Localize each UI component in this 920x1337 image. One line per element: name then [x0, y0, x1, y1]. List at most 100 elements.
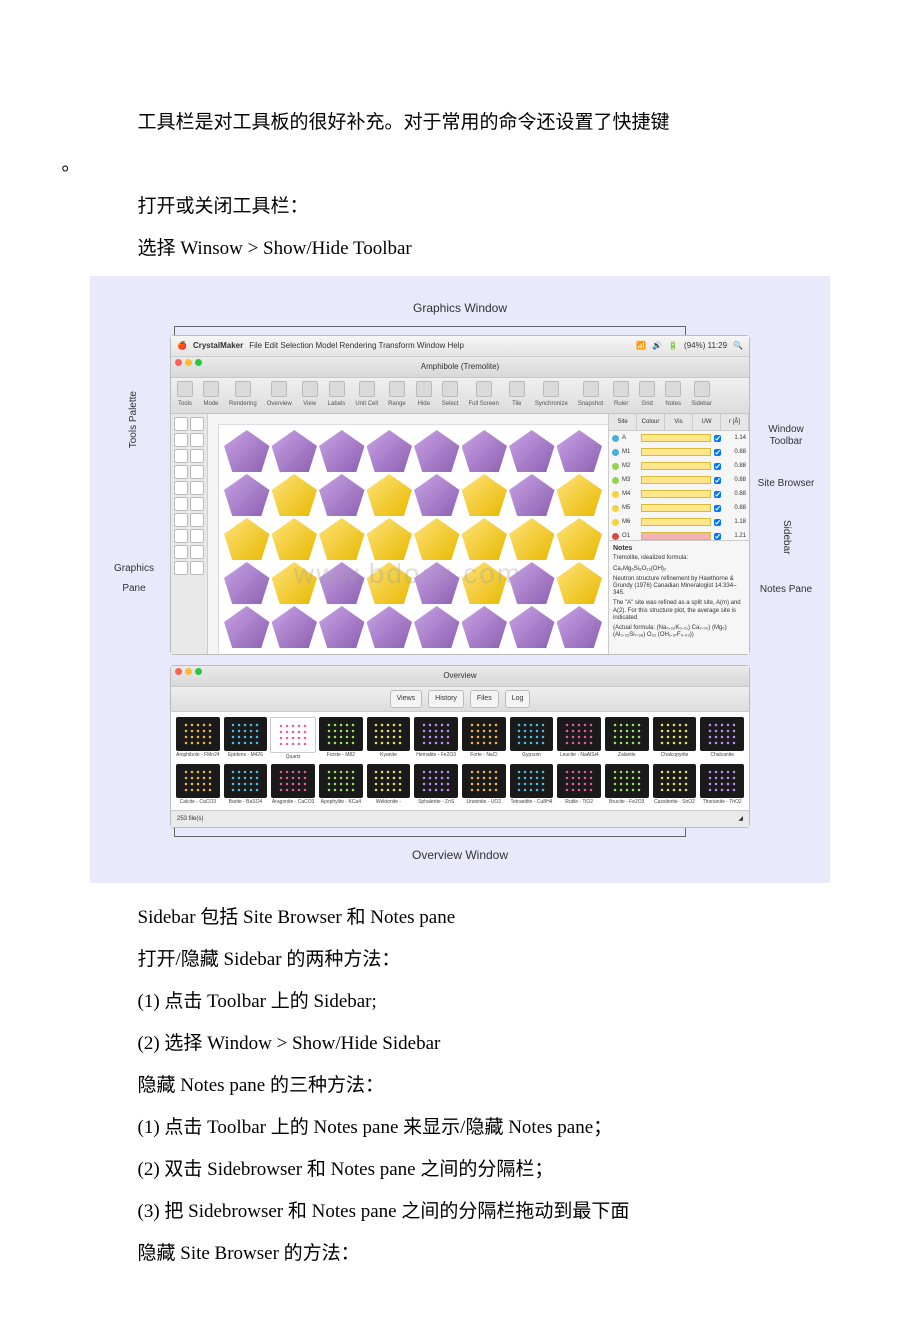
toolbar-item-tools[interactable]: Tools: [177, 381, 193, 410]
overview-item[interactable]: Kyanite: [367, 717, 411, 760]
toolbar-item-hide[interactable]: Hide: [416, 381, 432, 410]
tool-button[interactable]: [174, 561, 188, 575]
overview-item[interactable]: Brucite - Fe2O3: [605, 764, 649, 805]
site-row[interactable]: M30.88: [609, 473, 749, 487]
graphics-pane[interactable]: www.bdocx.com: [208, 414, 608, 654]
zoom-icon[interactable]: [195, 359, 202, 366]
overview-item[interactable]: Calcite - CaCO3: [176, 764, 220, 805]
paragraph-show-hide-sidebar-1: (1) 点击 Toolbar 上的 Sidebar;: [90, 983, 830, 1021]
paragraph-period: 。: [90, 146, 830, 184]
site-row[interactable]: O11.21: [609, 529, 749, 541]
overview-item[interactable]: Hematite - Fe2O3: [414, 717, 458, 760]
tool-button[interactable]: [190, 433, 204, 447]
tool-button[interactable]: [190, 465, 204, 479]
close-icon[interactable]: [175, 359, 182, 366]
tool-button[interactable]: [174, 545, 188, 559]
overview-item[interactable]: Leucite - NaAlSi4: [557, 717, 601, 760]
overview-tab[interactable]: Views: [390, 690, 423, 708]
overview-item[interactable]: Rutile - TiO2: [557, 764, 601, 805]
overview-item[interactable]: Gypsum: [510, 717, 554, 760]
toolbar-item-notes[interactable]: Notes: [665, 381, 681, 410]
toolbar-item-select[interactable]: Select: [442, 381, 459, 410]
notes-pane: Notes Tremolite, idealized formula:Ca₂Mg…: [609, 541, 749, 654]
label-graphics-pane: Graphics Pane: [104, 559, 164, 599]
tool-button[interactable]: [190, 529, 204, 543]
overview-tab[interactable]: History: [428, 690, 464, 708]
notes-line: The "A" site was refined as a split site…: [613, 600, 745, 622]
overview-item[interactable]: Amphibole - FMn24: [176, 717, 220, 760]
tool-button[interactable]: [174, 481, 188, 495]
overview-tab[interactable]: Log: [505, 690, 531, 708]
menubar-apple-icon: 🍎: [177, 338, 187, 354]
overview-item[interactable]: Chalcanite: [700, 717, 744, 760]
site-row[interactable]: M10.88: [609, 445, 749, 459]
tool-button[interactable]: [190, 561, 204, 575]
overview-item[interactable]: Thorianite - ThO2: [700, 764, 744, 805]
overview-item[interactable]: Forste - M82: [319, 717, 363, 760]
overview-tab[interactable]: Files: [470, 690, 499, 708]
tool-button[interactable]: [174, 449, 188, 463]
tool-button[interactable]: [174, 497, 188, 511]
site-row[interactable]: M61.18: [609, 515, 749, 529]
sidebar: SiteColourVisUWr [Å] A1.14M10.88M20.88M3…: [608, 414, 749, 654]
menubar-app-name: CrystalMaker: [193, 338, 243, 354]
overview-item[interactable]: Chalcopyrite: [653, 717, 697, 760]
window-titlebar: Amphibole (Tremolite): [171, 357, 749, 378]
overview-item[interactable]: Apophylite - KCa4: [319, 764, 363, 805]
site-row[interactable]: M20.88: [609, 459, 749, 473]
notes-body: Tremolite, idealized formula:Ca₂Mg₅Si₈O₂…: [613, 555, 745, 639]
tool-button[interactable]: [174, 417, 188, 431]
overview-item[interactable]: Barite - BaSO4: [224, 764, 268, 805]
battery-icon: 🔋: [668, 338, 678, 354]
tool-button[interactable]: [174, 433, 188, 447]
site-row[interactable]: M40.88: [609, 487, 749, 501]
overview-item[interactable]: Forte - NaCl: [462, 717, 506, 760]
toolbar-item-full-screen[interactable]: Full Screen: [468, 381, 498, 410]
tool-button[interactable]: [174, 513, 188, 527]
toolbar-item-ruler[interactable]: Ruler: [613, 381, 629, 410]
tool-button[interactable]: [190, 417, 204, 431]
tool-button[interactable]: [190, 481, 204, 495]
overview-item[interactable]: Sphalerite - ZnS: [414, 764, 458, 805]
toolbar-item-snapshot[interactable]: Snapshot: [578, 381, 603, 410]
paragraph-hide-notes-title: 隐藏 Notes pane 的三种方法：: [90, 1067, 830, 1105]
site-row[interactable]: A1.14: [609, 431, 749, 445]
toolbar-item-rendering[interactable]: Rendering: [229, 381, 257, 410]
label-site-browser: Site Browser: [758, 478, 815, 490]
column-header: Vis: [665, 414, 693, 430]
tool-button[interactable]: [190, 497, 204, 511]
ruler-vertical: [208, 424, 219, 654]
overview-item[interactable]: Uraninite - UO2: [462, 764, 506, 805]
toolbar-item-view[interactable]: View: [302, 381, 318, 410]
overview-item[interactable]: Quartz: [271, 717, 315, 760]
tool-button[interactable]: [190, 513, 204, 527]
overview-item[interactable]: Wektonite -: [367, 764, 411, 805]
toolbar-item-unit-cell[interactable]: Unit Cell: [355, 381, 378, 410]
overview-item[interactable]: Tetraedite - Cu8H4: [510, 764, 554, 805]
toolbar-item-range[interactable]: Range: [388, 381, 406, 410]
overview-item[interactable]: Cassiterite - SnO2: [653, 764, 697, 805]
tool-button[interactable]: [174, 465, 188, 479]
toolbar-item-tile[interactable]: Tile: [509, 381, 525, 410]
toolbar-item-grid[interactable]: Grid: [639, 381, 655, 410]
column-header: r [Å]: [721, 414, 749, 430]
figure-bracket-bottom: [174, 828, 686, 837]
overview-file-count: 253 file(s): [177, 813, 203, 825]
site-row[interactable]: M50.88: [609, 501, 749, 515]
tool-button[interactable]: [174, 529, 188, 543]
toolbar-item-mode[interactable]: Mode: [203, 381, 219, 410]
toolbar-item-sidebar[interactable]: Sidebar: [691, 381, 712, 410]
toolbar-item-overview[interactable]: Overview: [267, 381, 292, 410]
minimize-icon[interactable]: [185, 359, 192, 366]
overview-item[interactable]: Epidens - M426: [224, 717, 268, 760]
overview-item[interactable]: Zalanite: [605, 717, 649, 760]
traffic-lights: [175, 359, 202, 366]
ruler-horizontal: [208, 414, 608, 425]
tool-button[interactable]: [190, 545, 204, 559]
toolbar-item-synchronize[interactable]: Synchronize: [535, 381, 568, 410]
paragraph-sidebar-includes: Sidebar 包括 Site Browser 和 Notes pane: [90, 899, 830, 937]
site-browser-body: A1.14M10.88M20.88M30.88M40.88M50.88M61.1…: [609, 431, 749, 541]
tool-button[interactable]: [190, 449, 204, 463]
toolbar-item-labels[interactable]: Labels: [328, 381, 346, 410]
overview-item[interactable]: Aragonite - CaCO3: [271, 764, 315, 805]
